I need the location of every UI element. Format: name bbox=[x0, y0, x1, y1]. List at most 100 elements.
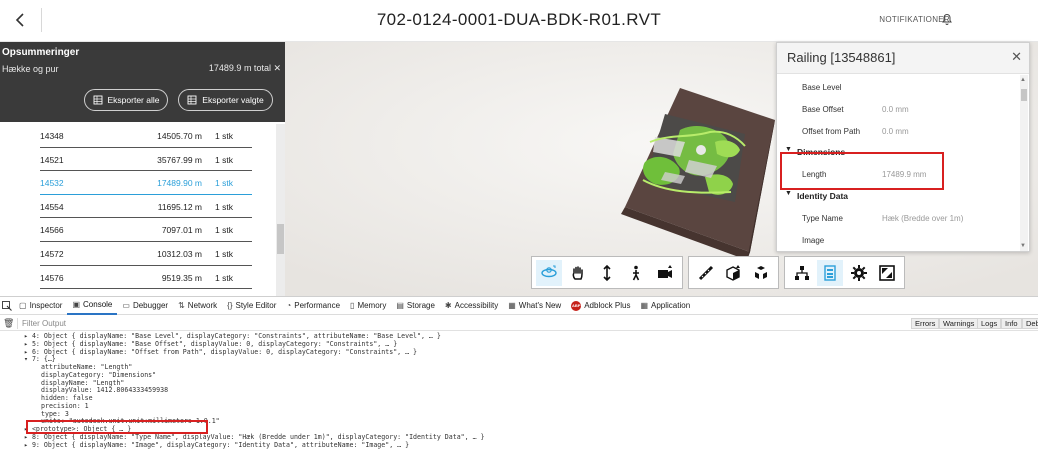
zoom-tool-button[interactable] bbox=[594, 260, 620, 286]
item-id: 14521 bbox=[40, 154, 64, 165]
explode-tool-button[interactable] bbox=[748, 260, 774, 286]
item-count: 1 stk bbox=[215, 154, 233, 165]
tab-label: Memory bbox=[357, 301, 387, 310]
tab-label: Style Editor bbox=[235, 301, 277, 310]
property-value: 0.0 mm bbox=[882, 105, 909, 114]
camera-tool-button[interactable] bbox=[652, 260, 678, 286]
list-item[interactable]: 14532 17489.90 m 1 stk bbox=[0, 173, 275, 197]
trash-icon[interactable]: 🗑 bbox=[3, 318, 14, 329]
tab-icon: ▭ bbox=[122, 301, 130, 310]
item-count: 1 stk bbox=[215, 225, 233, 236]
walk-tool-button[interactable] bbox=[623, 260, 649, 286]
pan-tool-button[interactable] bbox=[565, 260, 591, 286]
section-icon bbox=[726, 264, 741, 281]
adblock-icon: ABP bbox=[571, 300, 582, 311]
list-item[interactable]: 14572 10312.03 m 1 stk bbox=[0, 244, 275, 268]
export-selected-button[interactable]: Eksporter valgte bbox=[178, 89, 273, 111]
property-name: Base Level bbox=[802, 83, 842, 92]
devtools-tab-performance[interactable]: ◔ Performance bbox=[281, 297, 345, 315]
console-line[interactable]: ▸ 9: Object { displayName: "Image", disp… bbox=[24, 441, 409, 449]
devtools-tab-application[interactable]: ▦ Application bbox=[635, 297, 695, 315]
devtools-tab-storage[interactable]: ▤ Storage bbox=[391, 297, 440, 315]
tab-label: Accessibility bbox=[454, 301, 499, 310]
list-item[interactable]: 14348 14505.70 m 1 stk bbox=[0, 126, 275, 150]
properties-button[interactable] bbox=[817, 259, 844, 286]
properties-scrollbar[interactable]: ▲ ▼ bbox=[1020, 75, 1028, 251]
settings-toolbar bbox=[784, 256, 905, 289]
property-name: Offset from Path bbox=[802, 127, 861, 136]
filter-info[interactable]: Info bbox=[1001, 318, 1022, 329]
devtools-tab-console[interactable]: ▣ Console bbox=[67, 297, 118, 315]
row-underline bbox=[40, 264, 252, 266]
row-underline bbox=[40, 193, 252, 195]
item-length: 9519.35 m bbox=[161, 272, 202, 283]
properties-header: Railing [13548861] ✕ bbox=[777, 43, 1029, 74]
tab-label: Storage bbox=[406, 301, 435, 310]
settings-button[interactable] bbox=[846, 260, 872, 286]
filter-logs[interactable]: Logs bbox=[977, 318, 1002, 329]
tab-label: Adblock Plus bbox=[584, 301, 631, 310]
item-count: 1 stk bbox=[215, 178, 233, 189]
scroll-up-icon[interactable]: ▲ bbox=[1020, 77, 1026, 83]
property-name: Base Offset bbox=[802, 105, 844, 114]
item-count: 1 stk bbox=[215, 131, 233, 141]
tab-icon: ▢ bbox=[19, 301, 27, 310]
devtools-tab-network[interactable]: ⇅ Network bbox=[173, 297, 222, 315]
property-row: Type Name Hæk (Bredde over 1m) bbox=[777, 208, 1017, 230]
top-bar: 702-0124-0001-DUA-BDK-R01.RVT NOTIFIKATI… bbox=[0, 0, 1038, 42]
property-name: Image bbox=[802, 236, 825, 245]
tab-label: Debugger bbox=[132, 301, 169, 310]
row-underline bbox=[40, 170, 252, 172]
devtools-tab-adblock-plus[interactable]: ABP Adblock Plus bbox=[566, 297, 635, 315]
close-icon[interactable]: ✕ bbox=[1011, 49, 1022, 65]
section-tool-button[interactable] bbox=[720, 260, 746, 286]
devtools-panel: ▢ Inspector ▣ Console ▭ Debugger ⇅ Network{} Sty… bbox=[0, 296, 1038, 456]
scrollbar-thumb[interactable] bbox=[1021, 89, 1027, 101]
element-picker-icon[interactable] bbox=[0, 297, 14, 315]
property-row: Offset from Path 0.0 mm bbox=[777, 121, 1017, 143]
summary-total[interactable]: 17489.9 m total ✕ bbox=[209, 63, 281, 74]
fullscreen-button[interactable] bbox=[874, 260, 900, 286]
item-length: 14505.70 m bbox=[157, 131, 202, 141]
filter-errors[interactable]: Errors bbox=[911, 318, 940, 329]
list-item[interactable]: 14521 35767.99 m 1 stk bbox=[0, 150, 275, 174]
filter-debu[interactable]: Debu bbox=[1022, 318, 1038, 329]
summary-subtitle: Hække og pur bbox=[2, 64, 59, 74]
devtools-tab-style-editor[interactable]: {} Style Editor bbox=[222, 297, 281, 315]
model-browser-button[interactable] bbox=[789, 260, 815, 286]
filter-warnings[interactable]: Warnings bbox=[939, 318, 979, 329]
row-underline bbox=[40, 240, 252, 242]
list-item[interactable]: 14554 11695.12 m 1 stk bbox=[0, 197, 275, 221]
tab-label: Network bbox=[187, 301, 218, 310]
item-count: 1 stk bbox=[215, 201, 233, 212]
devtools-tab-what-s-new[interactable]: ▦ What's New bbox=[503, 297, 566, 315]
item-id: 14572 bbox=[40, 248, 64, 259]
devtools-tab-inspector[interactable]: ▢ Inspector bbox=[14, 297, 67, 315]
devtools-tab-accessibility[interactable]: ✱ Accessibility bbox=[440, 297, 503, 315]
list-item[interactable]: 14576 9519.35 m 1 stk bbox=[0, 268, 275, 292]
category-label: Identity Data bbox=[797, 191, 849, 201]
tab-label: Console bbox=[83, 300, 113, 309]
list-scrollbar[interactable] bbox=[276, 124, 285, 296]
property-name: Type Name bbox=[802, 214, 843, 223]
export-all-button[interactable]: Eksporter alle bbox=[84, 89, 168, 111]
measure-tool-button[interactable] bbox=[693, 260, 719, 286]
console-line[interactable]: ▸ 6: Object { displayName: "Offset from … bbox=[24, 348, 417, 356]
scrollbar-thumb[interactable] bbox=[277, 224, 284, 254]
devtools-tab-debugger[interactable]: ▭ Debugger bbox=[117, 297, 173, 315]
orbit-tool-button[interactable] bbox=[536, 259, 563, 286]
property-value: Hæk (Bredde over 1m) bbox=[882, 214, 964, 223]
settings-icon bbox=[850, 264, 867, 281]
item-id: 14532 bbox=[40, 178, 64, 189]
zoom-icon bbox=[603, 264, 611, 281]
tab-label: Inspector bbox=[29, 301, 63, 310]
property-row: Base Offset 0.0 mm bbox=[777, 99, 1017, 121]
scroll-down-icon[interactable]: ▼ bbox=[1020, 243, 1026, 249]
devtools-tab-memory[interactable]: ▯ Memory bbox=[345, 297, 391, 315]
tab-icon: ▦ bbox=[508, 301, 516, 310]
bell-icon[interactable] bbox=[940, 12, 954, 26]
console-output: ▸ 4: Object { displayName: "Base Level",… bbox=[0, 332, 1038, 456]
measure-icon bbox=[698, 265, 713, 280]
filter-input[interactable]: Filter Output bbox=[22, 319, 66, 328]
list-item[interactable]: 14566 7097.01 m 1 stk bbox=[0, 220, 275, 244]
